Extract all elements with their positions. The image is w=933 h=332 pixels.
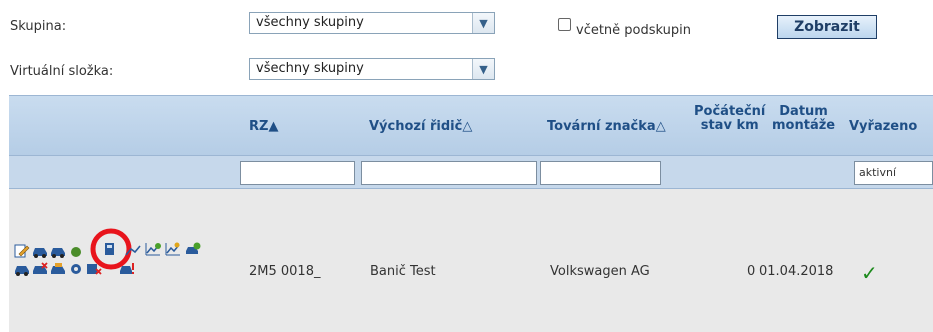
cell-brand: Volkswagen AG [550, 264, 650, 279]
show-button[interactable]: Zobrazit [777, 15, 877, 39]
column-header-driver[interactable]: Výchozí řidič△ [369, 120, 472, 134]
virtual-folder-label: Virtuální složka: [10, 64, 114, 79]
virtual-folder-value: všechny skupiny [256, 61, 364, 76]
graph-icon[interactable] [125, 243, 141, 257]
chevron-down-icon[interactable]: ▼ [472, 13, 494, 33]
group-select[interactable]: všechny skupiny ▼ [249, 12, 495, 34]
table-header: RZ▲ Výchozí řidič△ Tovární značka△ Počát… [9, 95, 933, 155]
car-icon[interactable] [14, 262, 30, 276]
filter-row: aktivní [9, 155, 933, 189]
sort-icon: △ [462, 119, 473, 134]
check-icon: ✓ [861, 261, 878, 285]
brand-filter-input[interactable] [540, 161, 661, 185]
group-label: Skupina: [10, 19, 67, 34]
sort-asc-icon: ▲ [268, 119, 279, 134]
chevron-down-icon[interactable]: ▼ [472, 59, 494, 79]
column-header-retired[interactable]: Vyřazeno [849, 120, 917, 134]
cell-rz: 2M5 0018_ [249, 264, 321, 279]
column-header-rz[interactable]: RZ▲ [249, 120, 278, 134]
status-filter-select[interactable]: aktivní [854, 161, 933, 185]
column-header-start-km[interactable]: Počáteční stav km [694, 105, 765, 133]
graph-icon[interactable] [165, 242, 181, 256]
gear-icon[interactable] [68, 262, 84, 276]
graph-icon[interactable] [145, 242, 161, 256]
column-header-install-date[interactable]: Datum montáže [772, 105, 835, 133]
car-icon[interactable] [50, 244, 66, 258]
cell-install-date: 01.04.2018 [759, 264, 834, 279]
edit-icon[interactable] [14, 244, 30, 258]
cell-driver: Banič Test [370, 264, 436, 279]
fuel-icon[interactable] [103, 242, 119, 256]
column-header-brand[interactable]: Tovární značka△ [547, 120, 666, 134]
group-select-value: všechny skupiny [256, 15, 364, 30]
table-row[interactable]: 2M5 0018_ Banič Test Volkswagen AG 0 01.… [9, 189, 933, 332]
rz-filter-input[interactable] [240, 161, 355, 185]
virtual-folder-select[interactable]: všechny skupiny ▼ [249, 58, 495, 80]
car-icon[interactable] [50, 262, 66, 276]
car-alert-icon[interactable] [119, 262, 135, 276]
driver-filter-input[interactable] [361, 161, 537, 185]
sort-icon: △ [655, 119, 666, 134]
car-delete-icon[interactable] [86, 262, 102, 276]
include-subgroups-checkbox[interactable] [558, 18, 571, 31]
car-add-icon[interactable] [68, 245, 84, 259]
include-subgroups-label: včetně podskupin [576, 23, 692, 38]
cell-start-km: 0 [747, 264, 756, 279]
car-info-icon[interactable] [185, 242, 201, 256]
car-icon[interactable] [32, 244, 48, 258]
car-delete-icon[interactable] [32, 262, 48, 276]
